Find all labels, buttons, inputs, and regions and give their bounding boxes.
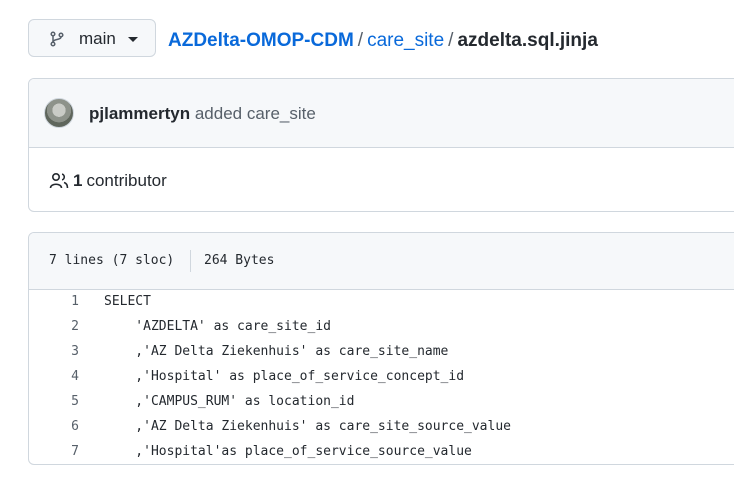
- latest-commit-box: pjlammertyn added care_site 1 contributo…: [28, 78, 734, 212]
- line-number[interactable]: 3: [29, 344, 79, 359]
- line-code: ,'AZ Delta Ziekenhuis' as care_site_name: [104, 344, 449, 359]
- commit-message-link[interactable]: added care_site: [195, 104, 316, 123]
- code-line: 1 SELECT: [29, 290, 734, 315]
- line-code: ,'CAMPUS_RUM' as location_id: [104, 394, 355, 409]
- git-branch-icon: [50, 31, 64, 47]
- line-code: ,'Hospital' as place_of_service_concept_…: [104, 369, 465, 384]
- code-line: 6 ,'AZ Delta Ziekenhuis' as care_site_so…: [29, 415, 734, 440]
- line-code: 'AZDELTA' as care_site_id: [104, 319, 331, 334]
- branch-label: main: [79, 29, 116, 48]
- breadcrumb: AZDelta-OMOP-CDM / care_site / azdelta.sql.j…: [168, 29, 598, 53]
- line-number[interactable]: 1: [29, 294, 79, 309]
- people-icon: [49, 172, 69, 189]
- file-info-bar: 7 lines (7 sloc) 264 Bytes: [29, 233, 734, 290]
- user-avatar[interactable]: [44, 98, 74, 128]
- code-line: 5 ,'CAMPUS_RUM' as location_id: [29, 390, 734, 415]
- breadcrumb-separator: /: [448, 30, 454, 51]
- breadcrumb-file-name: azdelta.sql.jinja: [457, 30, 598, 51]
- file-viewer: 7 lines (7 sloc) 264 Bytes 1 SELECT 2 'A…: [28, 232, 734, 465]
- file-info-divider: [190, 250, 191, 272]
- line-number[interactable]: 7: [29, 444, 79, 459]
- commit-summary: pjlammertyn added care_site: [89, 104, 316, 124]
- commit-header: pjlammertyn added care_site: [29, 79, 734, 148]
- contributors-link[interactable]: 1 contributor: [49, 171, 167, 191]
- contributor-label: contributor: [86, 171, 167, 190]
- line-number[interactable]: 5: [29, 394, 79, 409]
- commit-author-link[interactable]: pjlammertyn: [89, 104, 190, 123]
- line-number[interactable]: 2: [29, 319, 79, 334]
- file-line-count: 7 lines (7 sloc): [49, 253, 175, 268]
- contributor-count: 1: [73, 171, 83, 190]
- code-line: 7 ,'Hospital'as place_of_service_source_…: [29, 440, 734, 464]
- breadcrumb-separator: /: [357, 30, 364, 51]
- file-size: 264 Bytes: [204, 253, 275, 268]
- line-code: ,'AZ Delta Ziekenhuis' as care_site_sour…: [104, 419, 511, 434]
- caret-down-icon: [128, 37, 138, 42]
- breadcrumb-repo-link[interactable]: AZDelta-OMOP-CDM: [168, 30, 354, 51]
- branch-select-button[interactable]: main: [28, 19, 156, 57]
- code-line: 2 'AZDELTA' as care_site_id: [29, 315, 734, 340]
- line-code: SELECT: [104, 294, 151, 309]
- code-line: 3 ,'AZ Delta Ziekenhuis' as care_site_na…: [29, 340, 734, 365]
- line-number[interactable]: 6: [29, 419, 79, 434]
- breadcrumb-dir-link[interactable]: care_site: [367, 30, 444, 51]
- line-code: ,'Hospital'as place_of_service_source_va…: [104, 444, 472, 459]
- line-number[interactable]: 4: [29, 369, 79, 384]
- code-line: 4 ,'Hospital' as place_of_service_concep…: [29, 365, 734, 390]
